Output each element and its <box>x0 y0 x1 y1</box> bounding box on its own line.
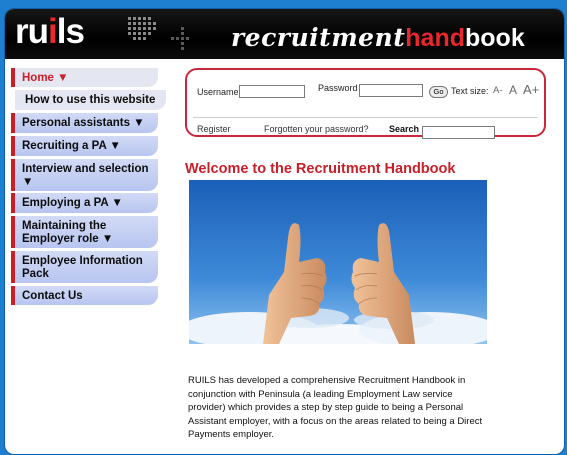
nav-item-recruiting[interactable]: Recruiting a PA ▼ <box>11 136 158 156</box>
search-label: Search <box>389 124 420 134</box>
go-button[interactable]: Go <box>429 86 448 98</box>
search-input[interactable] <box>422 126 495 139</box>
dot-matrix-logo-icon <box>128 17 189 50</box>
nav-item-employing[interactable]: Employing a PA ▼ <box>11 193 158 213</box>
username-label: Username <box>197 87 239 97</box>
password-input[interactable] <box>359 84 423 97</box>
forgot-password-link[interactable]: Forgotten your password? <box>264 124 369 134</box>
register-link[interactable]: Register <box>197 124 231 134</box>
password-label: Password <box>318 83 358 93</box>
site-title: recruitmenthandbook <box>231 23 525 52</box>
text-size-normal[interactable]: A <box>509 83 517 97</box>
text-size-label: Text size: <box>451 86 489 96</box>
header-banner: ruils recruitmenthandbook <box>5 9 564 59</box>
login-box: Username Password Go Text size: A- A A+ … <box>185 68 546 139</box>
ruils-logo[interactable]: ruils <box>15 14 85 50</box>
nav-item-personal-assistants[interactable]: Personal assistants ▼ <box>11 113 158 133</box>
nav-item-how-to-use[interactable]: How to use this website <box>15 90 166 110</box>
nav-item-contact[interactable]: Contact Us <box>11 286 158 305</box>
nav-item-employee-pack[interactable]: Employee Information Pack <box>11 251 158 283</box>
thumbs-up-photo <box>189 180 487 344</box>
nav-item-maintaining[interactable]: Maintaining the Employer role ▼ <box>11 216 158 248</box>
text-size-small[interactable]: A- <box>493 85 503 96</box>
nav-item-home[interactable]: Home ▼ <box>11 68 158 87</box>
page-title: Welcome to the Recruitment Handbook <box>185 161 456 177</box>
intro-paragraph: RUILS has developed a comprehensive Recr… <box>188 375 483 440</box>
login-divider <box>193 117 538 118</box>
text-size-large[interactable]: A+ <box>523 82 539 97</box>
username-input[interactable] <box>239 85 305 98</box>
nav-item-interview[interactable]: Interview and selection ▼ <box>11 159 158 191</box>
page-frame: ruils recruitmenthandbook Home ▼ How to … <box>4 8 565 455</box>
